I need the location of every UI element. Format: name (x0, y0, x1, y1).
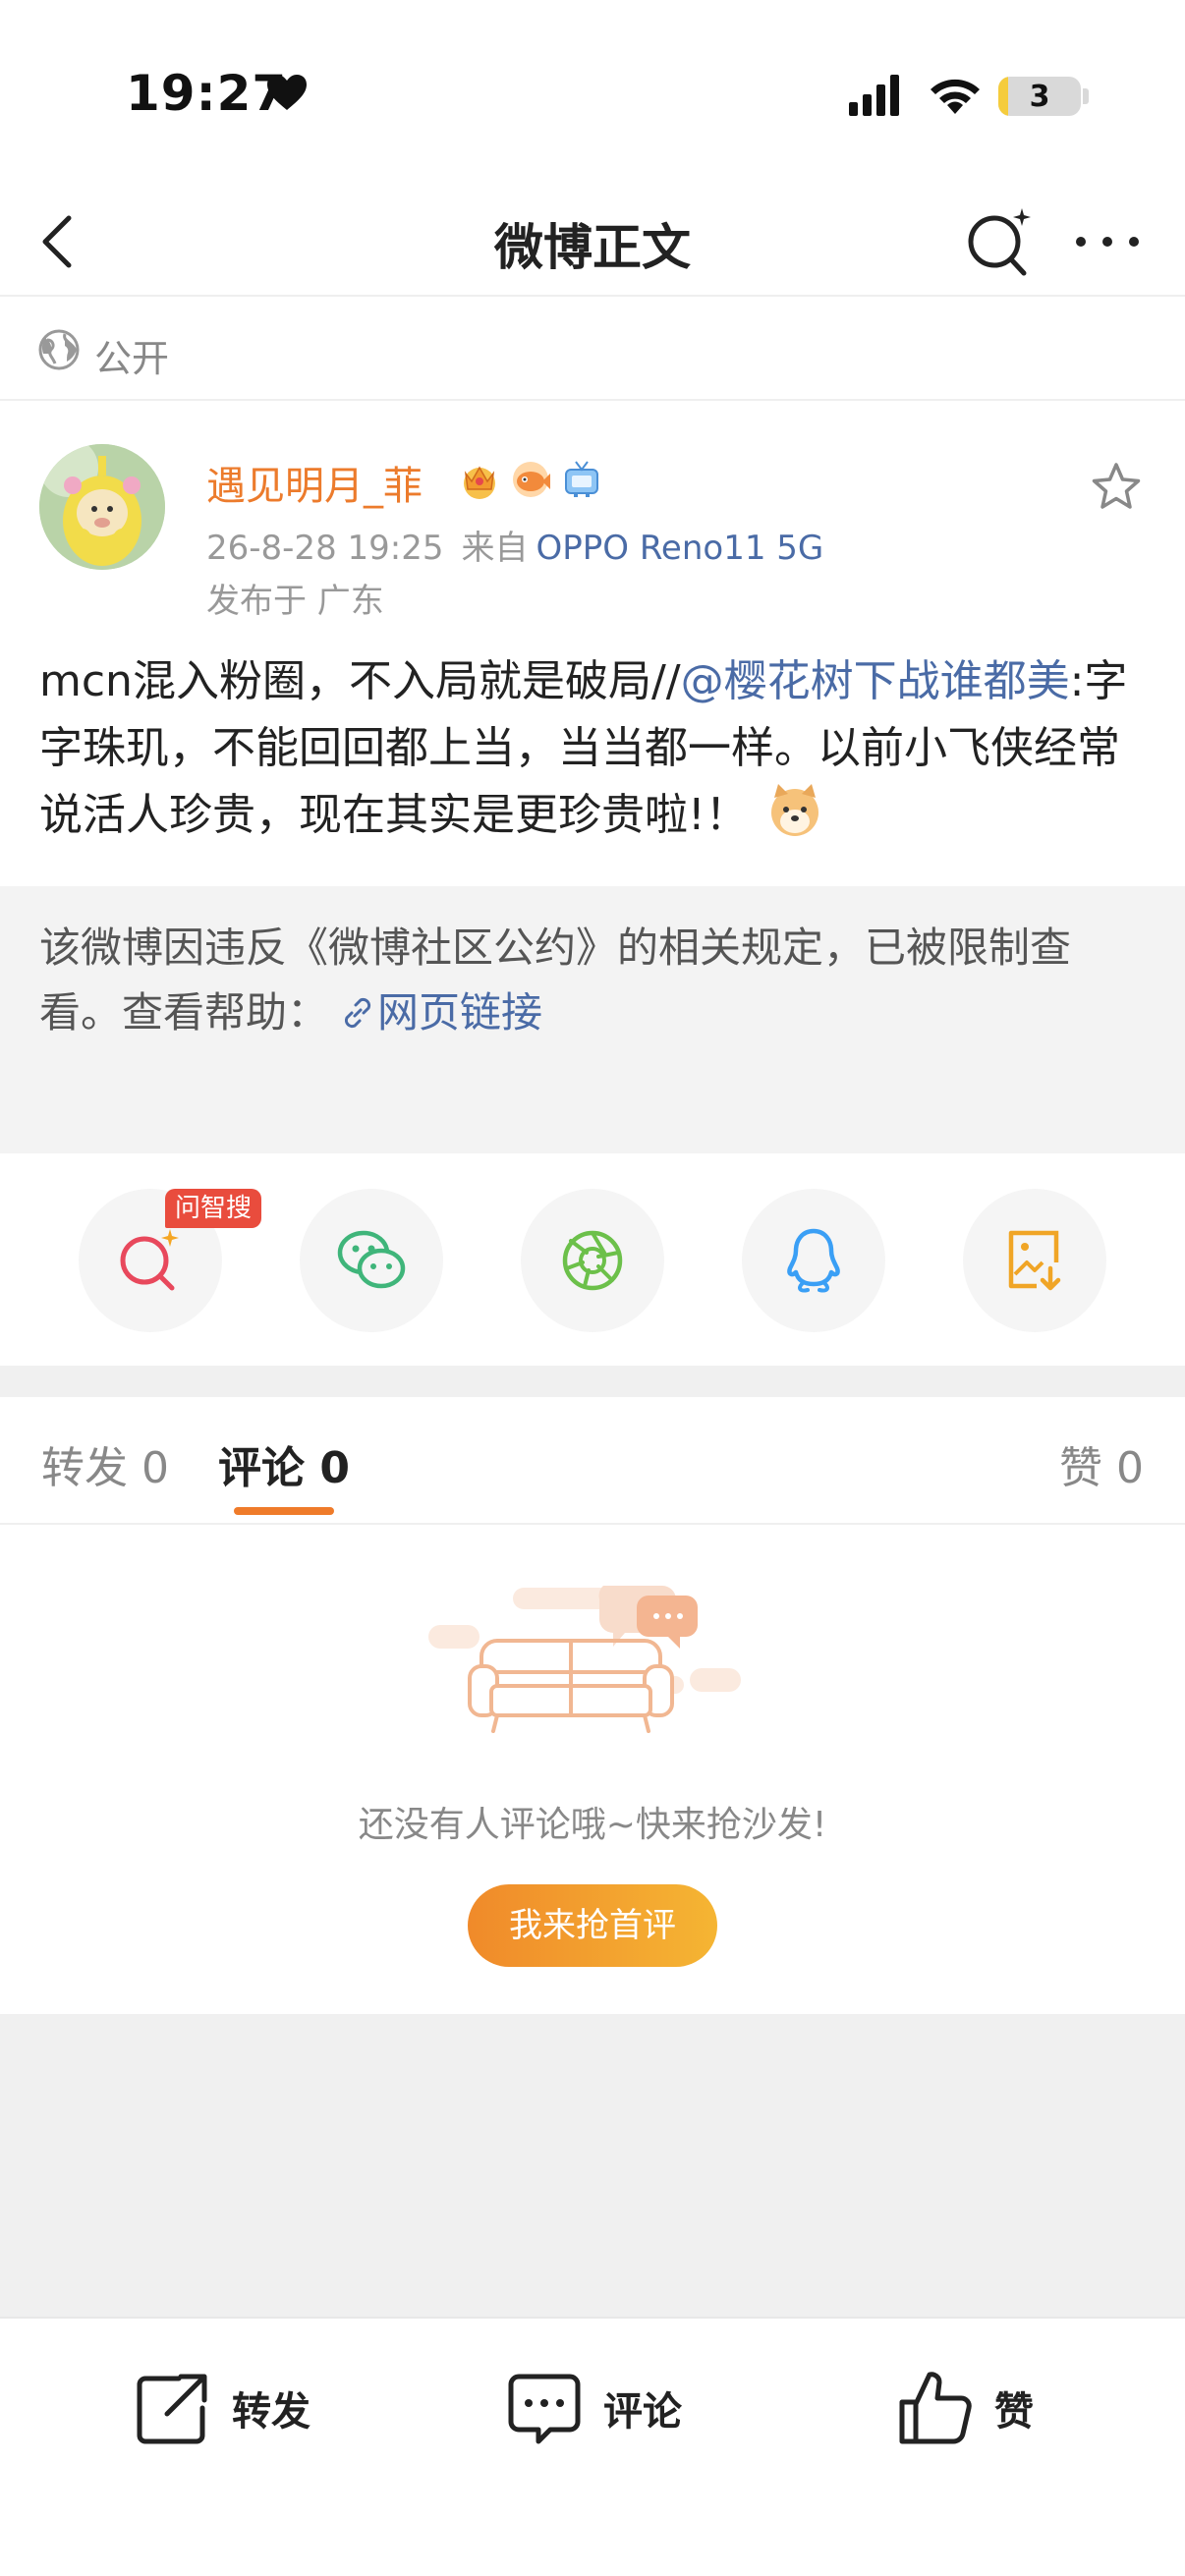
wifi-icon (931, 79, 980, 114)
source-device[interactable]: OPPO Reno11 5G (536, 529, 824, 568)
source-prefix: 来自 (461, 529, 529, 568)
post-body: mcn混入粉圈，不入局就是破局//@樱花树下战谁都美:字字珠玑，不能回回都上当，… (39, 648, 1150, 849)
qq-icon (787, 1228, 840, 1293)
tv-badge-icon[interactable] (560, 458, 603, 501)
link-icon[interactable] (338, 993, 377, 1033)
section-divider (0, 1366, 1185, 1397)
more-icon[interactable] (1071, 214, 1144, 269)
comment-icon (508, 2374, 581, 2444)
tab-like[interactable]: 赞 0 (1059, 1432, 1144, 1495)
moments-icon (562, 1230, 623, 1291)
battery-icon: 3 (998, 77, 1081, 116)
restricted-text-block: 该微博因违反《微博社区公约》的相关规定，已被限制查看。查看帮助： 网页链接 (39, 916, 1150, 1045)
empty-comments-text: 还没有人评论哦~快来抢沙发! (358, 1805, 827, 1845)
favorite-star-icon[interactable] (1089, 460, 1144, 515)
active-tab-indicator (234, 1507, 334, 1515)
battery-tip (1083, 88, 1089, 104)
comment-label: 评论 (603, 2389, 682, 2435)
like-button[interactable]: 赞 (896, 2364, 1034, 2452)
repost-label: 转发 (232, 2389, 310, 2435)
comment-button[interactable]: 评论 (505, 2364, 682, 2452)
tab-repost[interactable]: 转发 0 (41, 1432, 169, 1495)
save-image-icon (1008, 1230, 1061, 1291)
nav-bar: 微博正文 (0, 187, 1185, 297)
visibility-row: 公开 (0, 299, 1185, 401)
qq-share-button[interactable] (742, 1189, 885, 1332)
crown-badge-icon[interactable] (458, 458, 501, 501)
post-date: 26-8-28 19:25 (206, 529, 444, 568)
globe-icon (38, 329, 80, 370)
empty-gray-area (0, 2014, 1185, 2317)
repost-button[interactable]: 转发 (134, 2364, 310, 2452)
share-row: 问智搜 (0, 1153, 1185, 1366)
bottom-action-bar: 转发 评论 赞 (0, 2317, 1185, 2576)
post-text-prefix: mcn混入粉圈，不入局就是破局// (39, 656, 681, 706)
web-link[interactable]: 网页链接 (377, 988, 542, 1036)
restricted-text: 该微博因违反《微博社区公约》的相关规定，已被限制查看。查看帮助： (39, 924, 1072, 1036)
mention-link[interactable]: @樱花树下战谁都美 (681, 656, 1070, 706)
ask-tag-badge: 问智搜 (165, 1189, 262, 1228)
like-label: 赞 (994, 2389, 1034, 2435)
username[interactable]: 遇见明月_菲 (206, 454, 423, 511)
dog-emoji-icon (770, 784, 818, 836)
tab-comment[interactable]: 评论 0 (218, 1432, 350, 1495)
sofa-illustration-icon (428, 1586, 741, 1733)
avatar[interactable] (39, 444, 165, 570)
ai-search-icon[interactable] (963, 202, 1034, 279)
repost-icon (137, 2374, 207, 2444)
wechat-icon (337, 1230, 406, 1289)
save-image-button[interactable] (963, 1189, 1106, 1332)
battery-level: 3 (1029, 80, 1050, 114)
signal-icon (849, 75, 899, 116)
ai-ask-icon (120, 1229, 179, 1291)
user-badges (458, 458, 603, 501)
visibility-label: 公开 (94, 337, 170, 380)
wechat-share-button[interactable] (300, 1189, 443, 1332)
restricted-notice: 该微博因违反《微博社区公约》的相关规定，已被限制查看。查看帮助： 网页链接 (0, 886, 1185, 1153)
interaction-tabs: 转发 0 评论 0 赞 0 (0, 1397, 1185, 1525)
status-time: 19:27 (126, 65, 288, 122)
post-location: 发布于 广东 (206, 582, 384, 621)
fish-badge-icon[interactable] (509, 458, 552, 501)
status-bar: 19:27 3 (0, 0, 1185, 187)
first-comment-button[interactable]: 我来抢首评 (468, 1884, 717, 1967)
thumb-up-icon (899, 2372, 972, 2444)
heart-icon (267, 75, 307, 110)
post-meta: 26-8-28 19:25 来自 OPPO Reno11 5G (206, 521, 823, 569)
moments-share-button[interactable] (521, 1189, 664, 1332)
